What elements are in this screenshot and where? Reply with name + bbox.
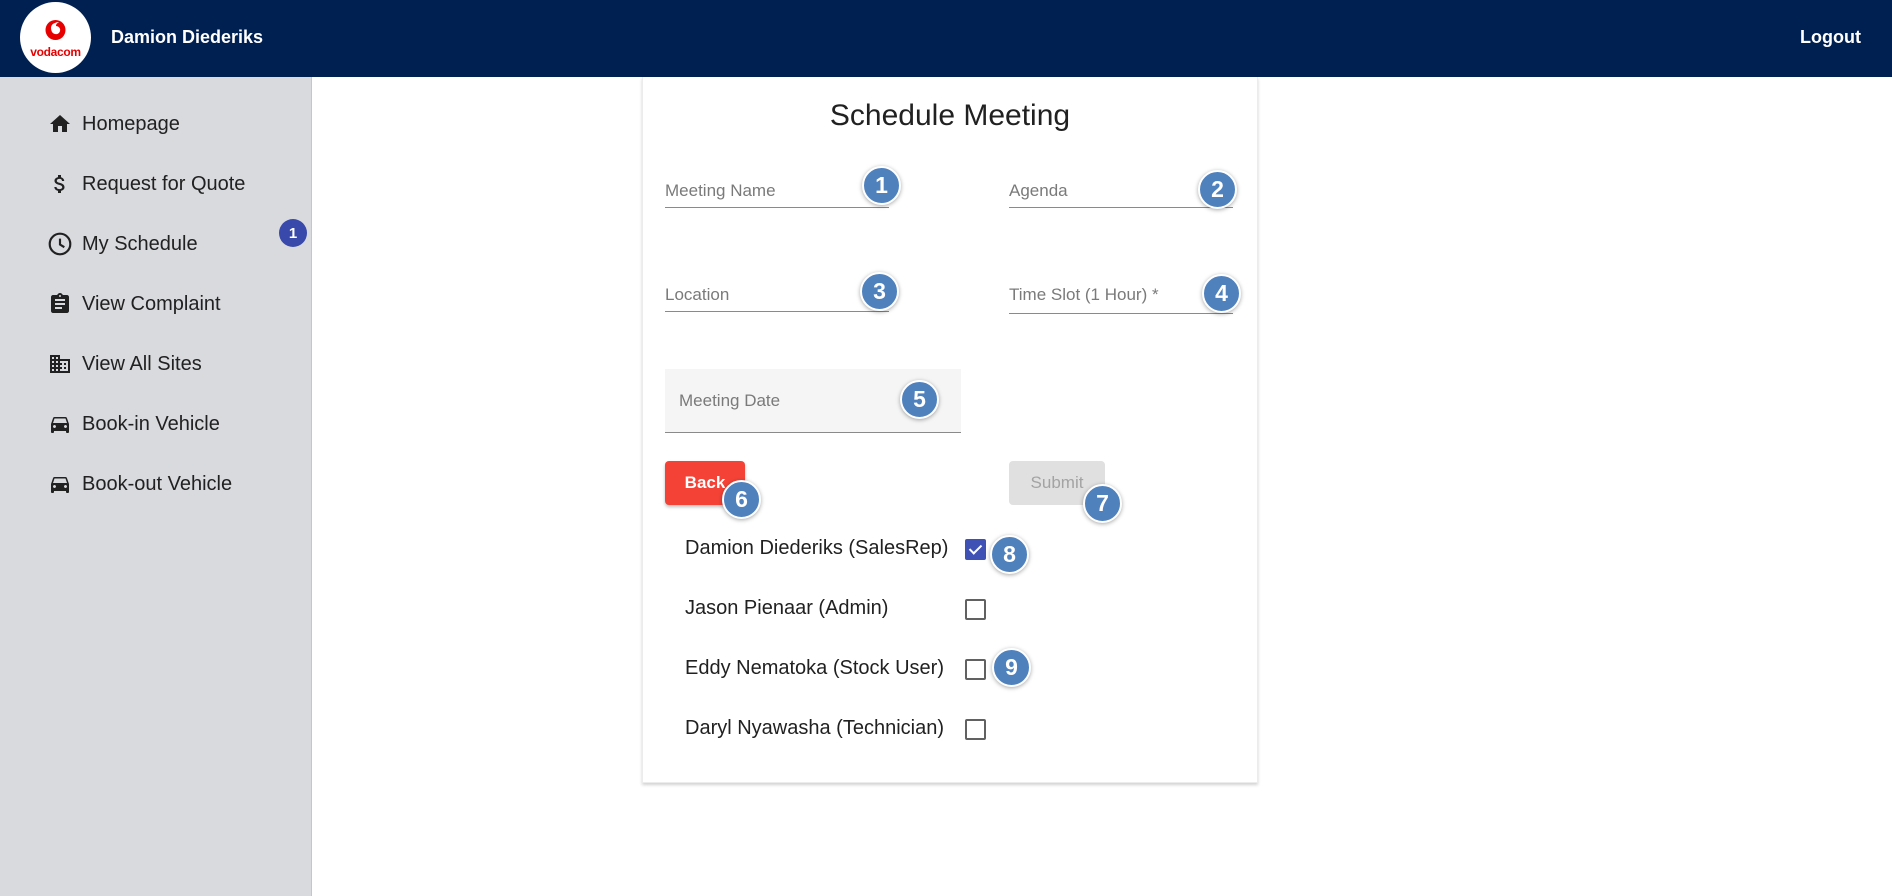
meeting-name-field [665,175,889,208]
top-app-bar: vodacom Damion Diederiks Logout [0,0,1892,77]
page-title: Schedule Meeting [829,99,1071,132]
annotation-marker: 5 [900,380,939,419]
attendee-checkbox-damion[interactable] [965,539,986,560]
sidebar-item-label: View Complaint [82,292,221,315]
dollar-icon [46,170,74,198]
location-input[interactable] [665,279,889,311]
sidebar-item-label: My Schedule [82,232,198,255]
vodacom-logo[interactable]: vodacom [20,2,91,73]
clock-icon [46,230,74,258]
sidebar-item-my-schedule[interactable]: My Schedule [46,228,198,260]
car-icon [46,410,74,438]
location-field [665,279,889,312]
sidebar-item-label: Request for Quote [82,172,246,195]
annotation-marker: 4 [1202,274,1241,313]
sidebar-item-homepage[interactable]: Homepage [46,108,180,140]
sidebar-item-book-in-vehicle[interactable]: Book-in Vehicle [46,408,220,440]
time-slot-field [1009,277,1233,314]
car-icon [46,470,74,498]
sidebar-nav: Homepage Request for Quote My Schedule V… [0,77,312,896]
attendee-label: Daryl Nyawasha (Technician) [685,717,944,739]
current-user-name: Damion Diederiks [111,27,264,47]
attendee-checkbox-jason[interactable] [965,599,986,620]
annotation-marker: 7 [1083,484,1122,523]
home-icon [46,110,74,138]
sidebar-badge: 1 [279,219,307,247]
sidebar-item-label: Homepage [82,112,180,135]
sidebar-item-label: View All Sites [82,352,202,375]
vodacom-speechmark-icon [45,20,66,40]
attendee-label: Damion Diederiks (SalesRep) [685,537,949,559]
time-slot-select[interactable] [1009,277,1233,313]
sidebar-item-label: Book-out Vehicle [82,472,233,495]
attendee-checkbox-daryl[interactable] [965,719,986,740]
attendee-label: Jason Pienaar (Admin) [685,597,889,619]
building-icon [46,350,74,378]
sidebar-item-view-complaint[interactable]: View Complaint [46,288,221,320]
logo-text: vodacom [30,45,81,59]
annotation-marker: 9 [992,648,1031,687]
schedule-meeting-card: Schedule Meeting Back Submit Damion Died… [642,77,1258,783]
annotation-marker: 1 [862,166,901,205]
meeting-date-input[interactable] [679,389,919,413]
sidebar-item-view-all-sites[interactable]: View All Sites [46,348,202,380]
sidebar-item-label: Book-in Vehicle [82,412,220,435]
annotation-marker: 8 [990,535,1029,574]
clipboard-icon [46,290,74,318]
logout-button[interactable]: Logout [1800,27,1861,48]
sidebar-item-request-for-quote[interactable]: Request for Quote [46,168,245,200]
annotation-marker: 2 [1198,170,1237,209]
annotation-marker: 6 [722,480,761,519]
attendee-checkbox-eddy[interactable] [965,659,986,680]
attendee-label: Eddy Nematoka (Stock User) [685,657,944,679]
sidebar-item-book-out-vehicle[interactable]: Book-out Vehicle [46,468,232,500]
meeting-name-input[interactable] [665,175,889,207]
annotation-marker: 3 [860,272,899,311]
